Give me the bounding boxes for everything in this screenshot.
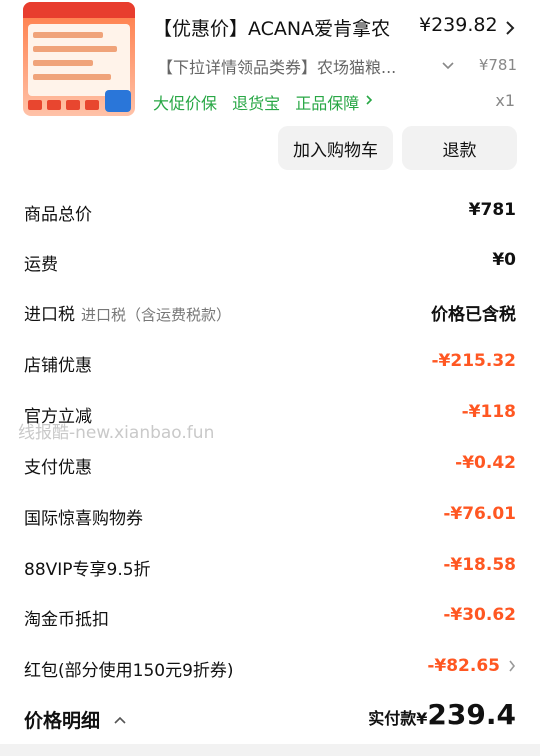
row-value: -¥0.42 <box>455 453 516 473</box>
row-payment-discount: 支付优惠 -¥0.42 <box>0 445 540 485</box>
price-footer: 价格明细 实付款¥239.4 <box>0 696 540 742</box>
thumbnail-pill <box>47 100 61 110</box>
thumbnail-line <box>33 46 117 52</box>
thumbnail-pill <box>28 100 42 110</box>
quantity: x1 <box>495 91 515 110</box>
row-label: 官方立减 <box>24 407 92 427</box>
row-value: -¥30.62 <box>443 605 516 625</box>
row-label: 店铺优惠 <box>24 356 92 376</box>
chevron-right-icon[interactable] <box>365 94 373 106</box>
row-red-packet[interactable]: 红包(部分使用150元9折券) -¥82.65 <box>0 648 540 688</box>
paid-amount: 实付款¥239.4 <box>368 698 516 731</box>
thumbnail-pill <box>85 100 99 110</box>
service-tags[interactable]: 大促价保 退货宝 正品保障 <box>153 90 369 114</box>
refund-button[interactable]: 退款 <box>402 126 517 170</box>
row-value: -¥118 <box>461 402 516 422</box>
tag-price-protection[interactable]: 大促价保 <box>153 94 217 113</box>
paid-value: 239.4 <box>427 698 516 731</box>
row-goods-total: 商品总价 ¥781 <box>0 192 540 232</box>
thumbnail-price-badge <box>105 90 131 112</box>
add-to-cart-button[interactable]: 加入购物车 <box>278 126 393 170</box>
bottom-divider <box>0 744 540 756</box>
chevron-right-icon[interactable] <box>505 20 515 36</box>
row-store-discount: 店铺优惠 -¥215.32 <box>0 343 540 383</box>
row-value: -¥82.65 <box>427 656 500 676</box>
product-price-text: ¥239.82 <box>419 14 498 36</box>
thumbnail-line <box>33 60 93 66</box>
row-label: 商品总价 <box>24 205 92 225</box>
row-official-discount: 官方立减 -¥118 <box>0 394 540 434</box>
row-88vip-discount: 88VIP专享9.5折 -¥18.58 <box>0 547 540 587</box>
row-import-tax: 进口税 进口税（含运费税款） 价格已含税 <box>0 292 540 332</box>
import-tax-label: 进口税 <box>24 305 75 325</box>
row-label: 进口税 进口税（含运费税款） <box>24 300 231 325</box>
row-shipping: 运费 ¥0 <box>0 242 540 282</box>
chevron-down-icon[interactable] <box>441 61 455 71</box>
product-thumbnail[interactable] <box>23 2 135 116</box>
row-value: -¥215.32 <box>431 351 517 371</box>
row-value: 价格已含税 <box>431 305 516 325</box>
paid-label: 实付款¥ <box>368 709 428 728</box>
row-value: ¥781 <box>468 200 516 220</box>
row-intl-coupon: 国际惊喜购物券 -¥76.01 <box>0 496 540 536</box>
row-value: -¥76.01 <box>443 504 516 524</box>
row-value: ¥0 <box>492 250 516 270</box>
thumbnail-banner <box>23 2 135 18</box>
row-label: 淘金币抵扣 <box>24 610 109 630</box>
tag-authentic-guarantee[interactable]: 正品保障 <box>295 94 359 113</box>
sku-price: ¥781 <box>478 56 517 74</box>
order-item[interactable]: 【优惠价】ACANA爱肯拿农 ¥239.82 【下拉详情领品类券】农场猫粮...… <box>0 0 540 120</box>
sku-selector[interactable]: 【下拉详情领品类券】农场猫粮... <box>157 54 432 78</box>
row-label: 红包(部分使用150元9折券) <box>24 661 234 681</box>
row-label: 运费 <box>24 255 58 275</box>
chevron-right-icon[interactable] <box>508 659 516 673</box>
thumbnail-line <box>33 74 111 80</box>
thumbnail-line <box>33 32 103 38</box>
product-title[interactable]: 【优惠价】ACANA爱肯拿农 <box>153 14 408 41</box>
tag-return-insurance[interactable]: 退货宝 <box>232 94 280 113</box>
chevron-up-icon[interactable] <box>113 716 127 725</box>
price-details-toggle[interactable]: 价格明细 <box>24 706 127 733</box>
row-taojinbi: 淘金币抵扣 -¥30.62 <box>0 597 540 637</box>
thumbnail-pill <box>66 100 80 110</box>
row-label: 88VIP专享9.5折 <box>24 560 151 580</box>
row-label: 支付优惠 <box>24 458 92 478</box>
import-tax-sublabel: 进口税（含运费税款） <box>81 306 232 324</box>
price-details-label: 价格明细 <box>24 710 101 732</box>
row-label: 国际惊喜购物券 <box>24 509 143 529</box>
row-value: -¥18.58 <box>443 555 516 575</box>
product-price[interactable]: ¥239.82 <box>419 14 498 36</box>
